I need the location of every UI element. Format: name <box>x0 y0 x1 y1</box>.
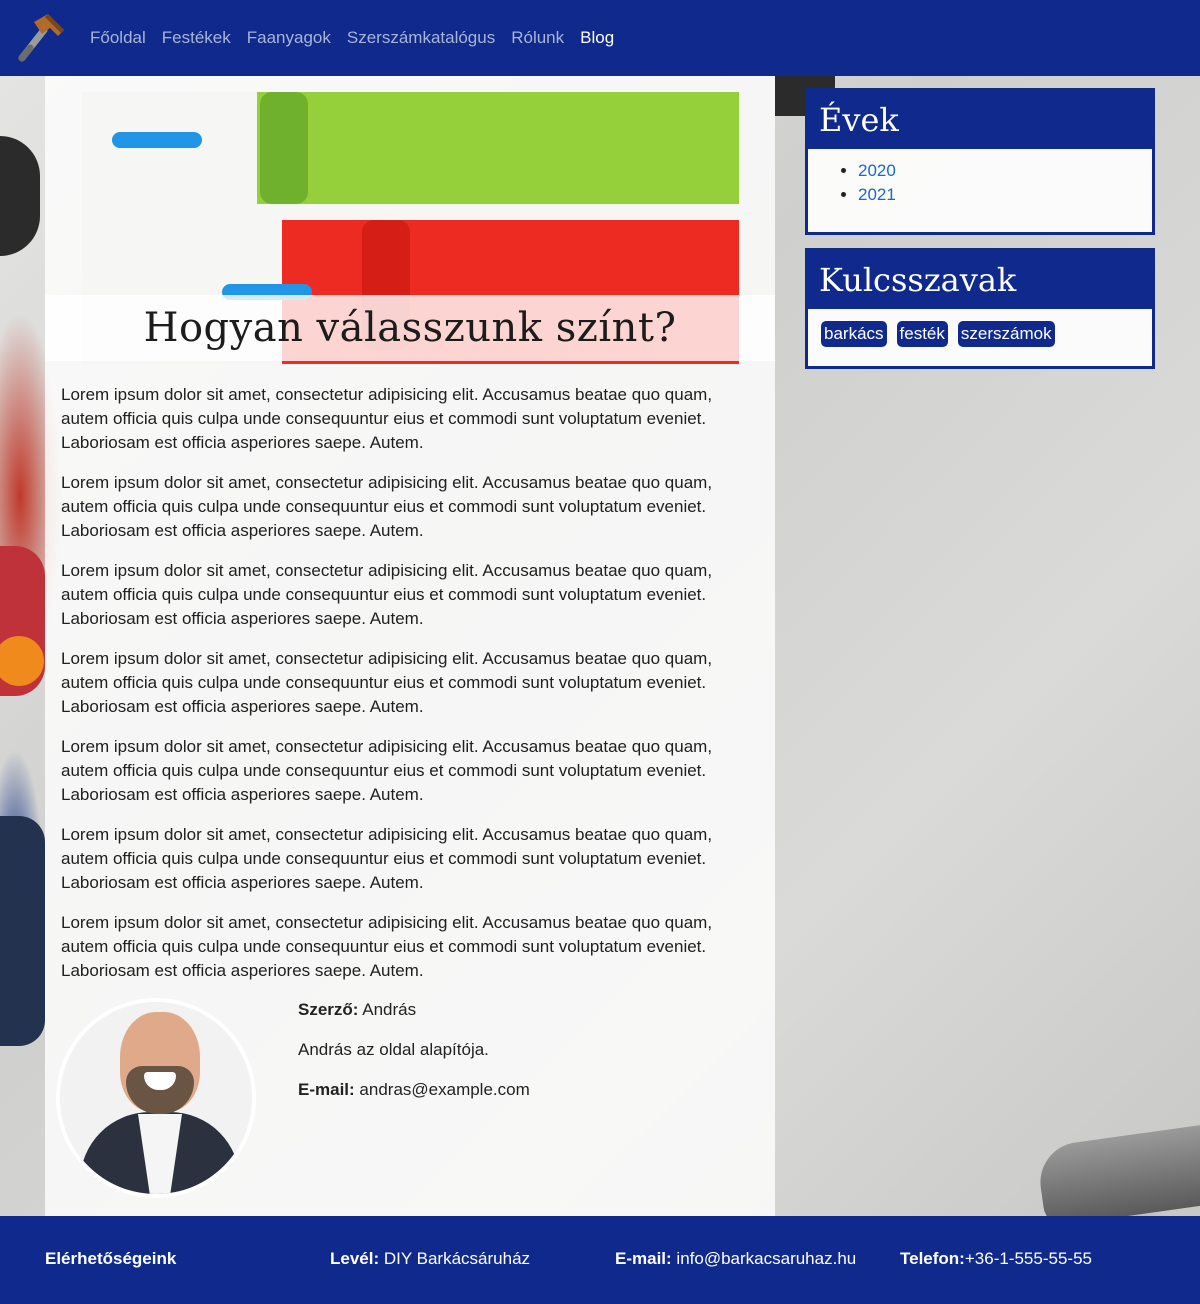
nav-item-blog[interactable]: Blog <box>580 28 614 48</box>
footer-email: E-mail: info@barkacsaruhaz.hu <box>615 1249 856 1269</box>
years-widget: Évek 2020 2021 <box>805 88 1155 235</box>
footer-phone-label: Telefon: <box>900 1249 965 1268</box>
hammer-icon[interactable] <box>14 12 66 64</box>
nav-item-szerszamkatalogus[interactable]: Szerszámkatalógus <box>347 28 495 48</box>
nav-item-festekek[interactable]: Festékek <box>162 28 231 48</box>
title-band: Hogyan válasszunk színt? <box>45 295 775 361</box>
author-name: András <box>362 1000 417 1019</box>
post-paragraph: Lorem ipsum dolor sit amet, consectetur … <box>61 913 713 980</box>
footer-phone-value[interactable]: +36-1-555-55-55 <box>965 1249 1092 1268</box>
year-link-2020[interactable]: 2020 <box>858 161 896 180</box>
post-paragraph: Lorem ipsum dolor sit amet, consectetur … <box>61 473 713 540</box>
post-paragraph: Lorem ipsum dolor sit amet, consectetur … <box>61 561 713 628</box>
nav-item-rolunk[interactable]: Rólunk <box>511 28 564 48</box>
years-list: 2020 2021 <box>808 149 1152 233</box>
post-body: Lorem ipsum dolor sit amet, consectetur … <box>61 383 751 999</box>
author-label: Szerző: <box>298 1000 359 1019</box>
footer-phone: Telefon:+36-1-555-55-55 <box>900 1249 1092 1269</box>
nav-item-faanyagok[interactable]: Faanyagok <box>247 28 331 48</box>
post-paragraph: Lorem ipsum dolor sit amet, consectetur … <box>61 737 713 804</box>
keywords-widget-title: Kulcsszavak <box>819 261 1017 299</box>
post-paragraph: Lorem ipsum dolor sit amet, consectetur … <box>61 825 713 892</box>
tool-decoration <box>0 816 45 1046</box>
main-nav: Főoldal Festékek Faanyagok Szerszámkatal… <box>90 28 614 48</box>
year-item: 2021 <box>858 183 1152 207</box>
footer-mail-value: DIY Barkácsáruház <box>383 1249 531 1268</box>
year-item: 2020 <box>858 159 1152 183</box>
footer-email-label: E-mail: <box>615 1249 672 1268</box>
post-paragraph: Lorem ipsum dolor sit amet, consectetur … <box>61 649 713 716</box>
navbar: Főoldal Festékek Faanyagok Szerszámkatal… <box>0 0 1200 76</box>
tool-decoration <box>1035 1124 1200 1216</box>
author-bio: András az oldal alapítója. <box>298 1040 489 1059</box>
blog-post: Hogyan válasszunk színt? Lorem ipsum dol… <box>45 76 775 1216</box>
author-email: andras@example.com <box>359 1080 530 1099</box>
tag-szerszamok[interactable]: szerszámok <box>957 321 1055 347</box>
author-avatar <box>56 998 256 1198</box>
tool-decoration <box>0 136 40 256</box>
footer-mail-label: Levél: <box>330 1249 380 1268</box>
page-title: Hogyan válasszunk színt? <box>143 305 677 351</box>
author-info: Szerző: András András az oldal alapítója… <box>298 998 738 1118</box>
paint-stripe-green <box>257 92 739 204</box>
tag-barkacs[interactable]: barkács <box>821 321 887 347</box>
author-name-line: Szerző: András <box>298 998 738 1022</box>
year-link-2021[interactable]: 2021 <box>858 185 896 204</box>
footer: Elérhetőségeink Levél: DIY Barkácsáruház… <box>0 1216 1200 1304</box>
author-email-label: E-mail: <box>298 1080 355 1099</box>
years-widget-header: Évek <box>808 91 1152 149</box>
years-widget-title: Évek <box>819 101 899 139</box>
footer-email-value[interactable]: info@barkacsaruhaz.hu <box>676 1249 856 1268</box>
post-paragraph: Lorem ipsum dolor sit amet, consectetur … <box>61 385 713 452</box>
keywords-widget-header: Kulcsszavak <box>808 251 1152 309</box>
nav-item-fooldal[interactable]: Főoldal <box>90 28 146 48</box>
keyword-tags: barkács festék szerszámok <box>808 309 1152 359</box>
tag-festek[interactable]: festék <box>896 321 948 347</box>
footer-heading-text: Elérhetőségeink <box>45 1249 177 1268</box>
footer-heading: Elérhetőségeink <box>45 1249 176 1269</box>
author-email-line: E-mail: andras@example.com <box>298 1078 738 1102</box>
footer-mail: Levél: DIY Barkácsáruház <box>330 1249 530 1269</box>
keywords-widget: Kulcsszavak barkács festék szerszámok <box>805 248 1155 369</box>
